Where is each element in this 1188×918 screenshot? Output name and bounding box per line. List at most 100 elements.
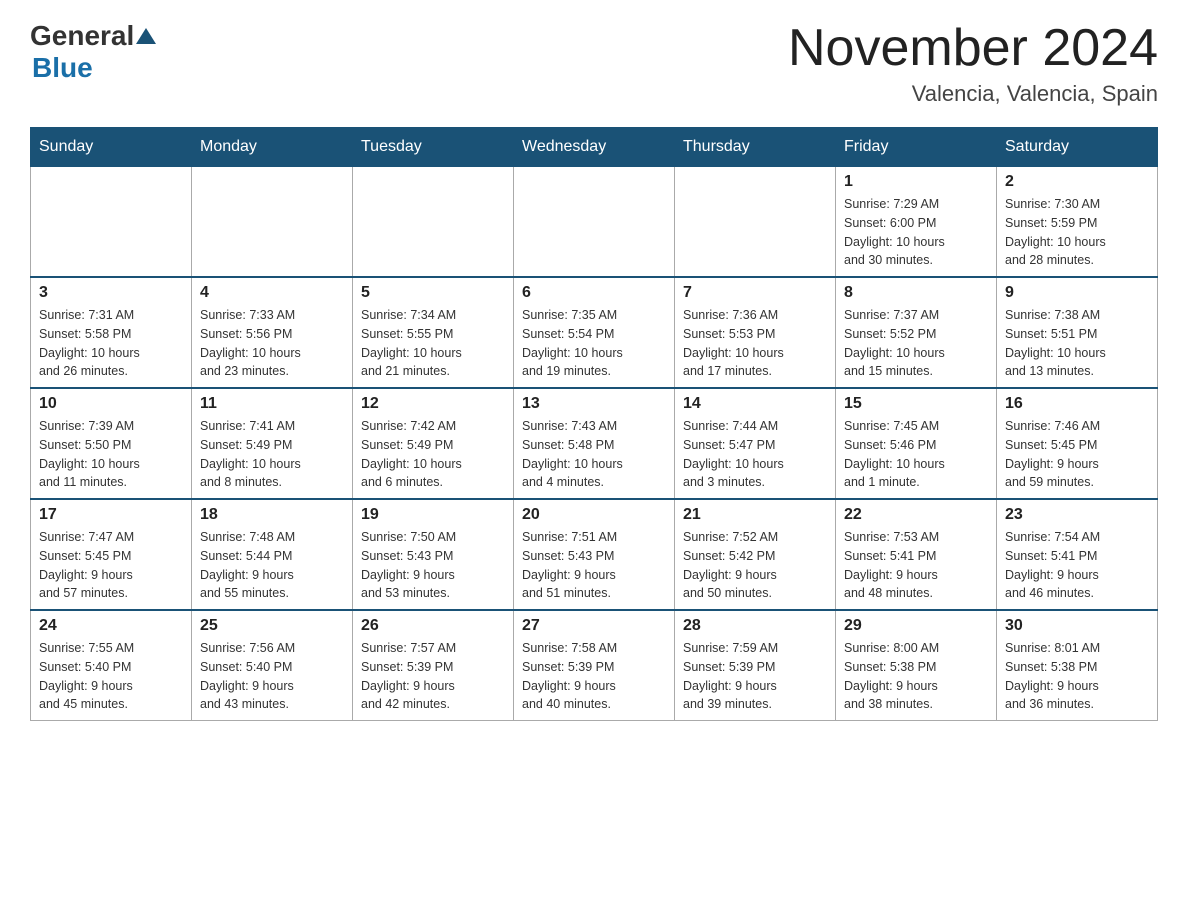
calendar-day-cell — [675, 167, 836, 278]
day-number: 14 — [683, 395, 827, 413]
calendar-day-cell: 29 Sunrise: 8:00 AM Sunset: 5:38 PM Dayli… — [836, 610, 997, 721]
day-number: 11 — [200, 395, 344, 413]
calendar-day-cell: 18 Sunrise: 7:48 AM Sunset: 5:44 PM Dayli… — [192, 499, 353, 610]
day-number: 23 — [1005, 506, 1149, 524]
calendar-day-cell: 23 Sunrise: 7:54 AM Sunset: 5:41 PM Dayli… — [997, 499, 1158, 610]
day-number: 19 — [361, 506, 505, 524]
calendar-day-cell: 15 Sunrise: 7:45 AM Sunset: 5:46 PM Dayli… — [836, 388, 997, 499]
day-info: Sunrise: 7:46 AM Sunset: 5:45 PM Dayligh… — [1005, 417, 1149, 492]
calendar-day-cell: 11 Sunrise: 7:41 AM Sunset: 5:49 PM Dayli… — [192, 388, 353, 499]
calendar-day-cell: 1Sunrise: 7:29 AM Sunset: 6:00 PM Daylig… — [836, 167, 997, 278]
calendar-day-cell — [514, 167, 675, 278]
calendar-day-cell: 5 Sunrise: 7:34 AM Sunset: 5:55 PM Daylig… — [353, 277, 514, 388]
calendar-day-cell: 13Sunrise: 7:43 AM Sunset: 5:48 PM Dayli… — [514, 388, 675, 499]
calendar-day-cell: 28 Sunrise: 7:59 AM Sunset: 5:39 PM Dayli… — [675, 610, 836, 721]
calendar-day-cell: 7Sunrise: 7:36 AM Sunset: 5:53 PM Daylig… — [675, 277, 836, 388]
day-info: Sunrise: 7:34 AM Sunset: 5:55 PM Dayligh… — [361, 306, 505, 381]
day-number: 3 — [39, 284, 183, 302]
day-info: Sunrise: 7:48 AM Sunset: 5:44 PM Dayligh… — [200, 528, 344, 603]
logo: General Blue — [30, 20, 156, 84]
page-header: General Blue November 2024 Valencia, Val… — [30, 20, 1158, 107]
day-info: Sunrise: 7:45 AM Sunset: 5:46 PM Dayligh… — [844, 417, 988, 492]
day-info: Sunrise: 7:58 AM Sunset: 5:39 PM Dayligh… — [522, 639, 666, 714]
day-number: 26 — [361, 617, 505, 635]
calendar-week-row: 24 Sunrise: 7:55 AM Sunset: 5:40 PM Dayli… — [31, 610, 1158, 721]
month-title: November 2024 — [788, 20, 1158, 77]
calendar-day-cell — [31, 167, 192, 278]
calendar-day-cell — [192, 167, 353, 278]
day-info: Sunrise: 7:41 AM Sunset: 5:49 PM Dayligh… — [200, 417, 344, 492]
calendar-day-cell: 22Sunrise: 7:53 AM Sunset: 5:41 PM Dayli… — [836, 499, 997, 610]
day-number: 24 — [39, 617, 183, 635]
logo-triangle-icon — [136, 28, 156, 44]
day-of-week-header: Tuesday — [353, 128, 514, 167]
day-info: Sunrise: 8:00 AM Sunset: 5:38 PM Dayligh… — [844, 639, 988, 714]
day-info: Sunrise: 7:53 AM Sunset: 5:41 PM Dayligh… — [844, 528, 988, 603]
logo-general-text: General — [30, 20, 134, 52]
day-info: Sunrise: 7:37 AM Sunset: 5:52 PM Dayligh… — [844, 306, 988, 381]
calendar-day-cell: 16 Sunrise: 7:46 AM Sunset: 5:45 PM Dayli… — [997, 388, 1158, 499]
day-info: Sunrise: 7:57 AM Sunset: 5:39 PM Dayligh… — [361, 639, 505, 714]
calendar-week-row: 3 Sunrise: 7:31 AM Sunset: 5:58 PM Daylig… — [31, 277, 1158, 388]
day-info: Sunrise: 7:43 AM Sunset: 5:48 PM Dayligh… — [522, 417, 666, 492]
day-info: Sunrise: 7:33 AM Sunset: 5:56 PM Dayligh… — [200, 306, 344, 381]
day-info: Sunrise: 7:39 AM Sunset: 5:50 PM Dayligh… — [39, 417, 183, 492]
calendar-day-cell: 25 Sunrise: 7:56 AM Sunset: 5:40 PM Dayli… — [192, 610, 353, 721]
logo-blue-text: Blue — [32, 52, 93, 84]
calendar-day-cell: 20 Sunrise: 7:51 AM Sunset: 5:43 PM Dayli… — [514, 499, 675, 610]
calendar-day-cell: 2Sunrise: 7:30 AM Sunset: 5:59 PM Daylig… — [997, 167, 1158, 278]
day-number: 1 — [844, 173, 988, 191]
calendar-day-cell: 30 Sunrise: 8:01 AM Sunset: 5:38 PM Dayli… — [997, 610, 1158, 721]
calendar-day-cell: 26 Sunrise: 7:57 AM Sunset: 5:39 PM Dayli… — [353, 610, 514, 721]
title-section: November 2024 Valencia, Valencia, Spain — [788, 20, 1158, 107]
day-number: 18 — [200, 506, 344, 524]
day-number: 28 — [683, 617, 827, 635]
day-of-week-header: Thursday — [675, 128, 836, 167]
day-number: 8 — [844, 284, 988, 302]
day-info: Sunrise: 7:50 AM Sunset: 5:43 PM Dayligh… — [361, 528, 505, 603]
day-info: Sunrise: 7:38 AM Sunset: 5:51 PM Dayligh… — [1005, 306, 1149, 381]
day-info: Sunrise: 7:59 AM Sunset: 5:39 PM Dayligh… — [683, 639, 827, 714]
calendar-day-cell: 10 Sunrise: 7:39 AM Sunset: 5:50 PM Dayli… — [31, 388, 192, 499]
day-info: Sunrise: 7:55 AM Sunset: 5:40 PM Dayligh… — [39, 639, 183, 714]
calendar-day-cell: 24 Sunrise: 7:55 AM Sunset: 5:40 PM Dayli… — [31, 610, 192, 721]
calendar-day-cell: 4 Sunrise: 7:33 AM Sunset: 5:56 PM Daylig… — [192, 277, 353, 388]
day-info: Sunrise: 7:52 AM Sunset: 5:42 PM Dayligh… — [683, 528, 827, 603]
calendar-table: SundayMondayTuesdayWednesdayThursdayFrid… — [30, 127, 1158, 721]
day-number: 9 — [1005, 284, 1149, 302]
day-info: Sunrise: 8:01 AM Sunset: 5:38 PM Dayligh… — [1005, 639, 1149, 714]
location-text: Valencia, Valencia, Spain — [788, 81, 1158, 107]
calendar-day-cell: 12Sunrise: 7:42 AM Sunset: 5:49 PM Dayli… — [353, 388, 514, 499]
calendar-day-cell: 19 Sunrise: 7:50 AM Sunset: 5:43 PM Dayli… — [353, 499, 514, 610]
day-of-week-header: Sunday — [31, 128, 192, 167]
calendar-day-cell: 3 Sunrise: 7:31 AM Sunset: 5:58 PM Daylig… — [31, 277, 192, 388]
calendar-header-row: SundayMondayTuesdayWednesdayThursdayFrid… — [31, 128, 1158, 167]
day-number: 25 — [200, 617, 344, 635]
day-of-week-header: Saturday — [997, 128, 1158, 167]
calendar-day-cell: 9 Sunrise: 7:38 AM Sunset: 5:51 PM Daylig… — [997, 277, 1158, 388]
calendar-day-cell — [353, 167, 514, 278]
day-number: 17 — [39, 506, 183, 524]
day-number: 5 — [361, 284, 505, 302]
day-of-week-header: Friday — [836, 128, 997, 167]
calendar-week-row: 17Sunrise: 7:47 AM Sunset: 5:45 PM Dayli… — [31, 499, 1158, 610]
day-info: Sunrise: 7:31 AM Sunset: 5:58 PM Dayligh… — [39, 306, 183, 381]
day-number: 10 — [39, 395, 183, 413]
day-number: 20 — [522, 506, 666, 524]
day-number: 4 — [200, 284, 344, 302]
day-info: Sunrise: 7:54 AM Sunset: 5:41 PM Dayligh… — [1005, 528, 1149, 603]
calendar-day-cell: 17Sunrise: 7:47 AM Sunset: 5:45 PM Dayli… — [31, 499, 192, 610]
calendar-week-row: 10 Sunrise: 7:39 AM Sunset: 5:50 PM Dayli… — [31, 388, 1158, 499]
day-number: 16 — [1005, 395, 1149, 413]
day-number: 29 — [844, 617, 988, 635]
day-number: 27 — [522, 617, 666, 635]
day-number: 15 — [844, 395, 988, 413]
day-of-week-header: Monday — [192, 128, 353, 167]
day-info: Sunrise: 7:51 AM Sunset: 5:43 PM Dayligh… — [522, 528, 666, 603]
day-info: Sunrise: 7:36 AM Sunset: 5:53 PM Dayligh… — [683, 306, 827, 381]
calendar-week-row: 1Sunrise: 7:29 AM Sunset: 6:00 PM Daylig… — [31, 167, 1158, 278]
day-number: 30 — [1005, 617, 1149, 635]
calendar-day-cell: 8 Sunrise: 7:37 AM Sunset: 5:52 PM Daylig… — [836, 277, 997, 388]
calendar-day-cell: 27 Sunrise: 7:58 AM Sunset: 5:39 PM Dayli… — [514, 610, 675, 721]
day-info: Sunrise: 7:56 AM Sunset: 5:40 PM Dayligh… — [200, 639, 344, 714]
